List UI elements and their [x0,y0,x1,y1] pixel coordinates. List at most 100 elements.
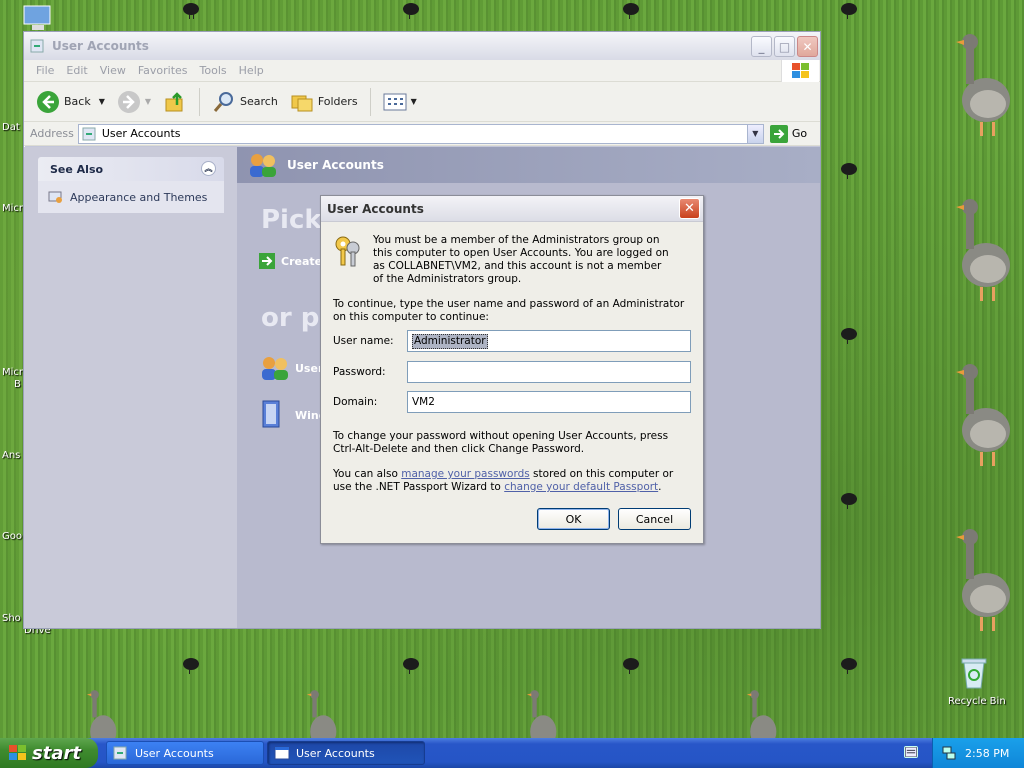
main-header: User Accounts [237,147,820,183]
desktop-icon-label-7[interactable]: Sho [2,613,21,624]
network-icon[interactable] [941,745,957,761]
minimize-button[interactable]: _ [751,36,772,57]
recycle-bin-icon[interactable] [958,656,990,690]
bird-image [623,658,639,674]
forward-arrow-icon [117,90,140,113]
bird-image [623,3,639,19]
forward-button[interactable]: ▼ [113,88,155,116]
domain-value: VM2 [412,395,435,408]
back-arrow-icon [37,90,59,113]
cancel-button[interactable]: Cancel [618,508,691,530]
dialog-close-button[interactable]: ✕ [679,198,700,219]
chevron-down-icon[interactable]: ▼ [99,97,105,106]
desktop-icon-label-6[interactable]: Goo [2,531,22,542]
desktop-icon-label-2[interactable]: Micr [2,203,23,214]
logon-dialog: User Accounts ✕ You must be a member of … [320,195,704,544]
username-label: User name: [333,334,394,347]
menu-edit[interactable]: Edit [60,64,93,77]
dialog-titlebar[interactable]: User Accounts ✕ [321,196,703,222]
menu-file[interactable]: File [30,64,60,77]
go-label: Go [791,127,808,140]
username-row: User name: Administrator [333,330,691,352]
desktop-icon-label-5[interactable]: Ans [2,450,20,461]
chevron-down-icon[interactable]: ▼ [145,97,151,106]
users-icon[interactable] [259,355,291,381]
bird-image [183,658,199,674]
toolbar: Back ▼ ▼ Search Folders ▼ [24,82,820,122]
maximize-button[interactable]: □ [774,36,795,57]
address-dropdown-button[interactable]: ▼ [746,124,763,143]
menu-bar: File Edit View Favorites Tools Help [24,60,820,82]
change-passport-link[interactable]: change your default Passport [504,481,658,493]
up-folder-icon [165,91,183,111]
taskbar-item-label: User Accounts [296,746,375,760]
windows-book-icon[interactable] [259,399,285,429]
bird-image [841,328,857,344]
goose-image [956,529,1010,631]
back-label: Back [64,95,91,108]
window-titlebar[interactable]: User Accounts _ □ ✕ [24,32,820,60]
taskbar-item-user-accounts-dialog[interactable]: User Accounts [267,741,425,765]
username-field[interactable]: Administrator [407,330,691,352]
ok-button[interactable]: OK [537,508,610,530]
taskbar-item-user-accounts-window[interactable]: User Accounts [106,741,264,765]
start-button[interactable]: start [0,738,98,768]
passport-message-post: . [658,481,662,493]
desktop-icon-label-1[interactable]: Dat [2,122,20,133]
up-folder-button[interactable] [159,88,191,116]
user-accounts-icon [82,127,96,140]
my-computer-icon[interactable] [22,4,56,32]
menu-view[interactable]: View [94,64,132,77]
folders-button[interactable]: Folders [286,88,362,116]
pick-task-heading: Pick [261,205,322,235]
go-arrow-icon [769,124,788,143]
clock[interactable]: 2:58 PM [965,747,1009,760]
address-label: Address [30,127,74,140]
chevron-down-icon[interactable]: ▼ [411,97,417,106]
menu-help[interactable]: Help [233,64,270,77]
menu-favorites[interactable]: Favorites [132,64,194,77]
system-tray: 2:58 PM [932,738,1024,768]
password-label: Password: [333,365,386,378]
sidebar-item-label: Appearance and Themes [70,190,208,204]
sidebar-item-appearance[interactable]: Appearance and Themes [38,181,224,213]
folders-label: Folders [317,95,358,108]
windows-flag-icon [9,745,26,760]
bird-image [841,163,857,179]
go-button[interactable]: Go [769,124,808,143]
address-value: User Accounts [101,127,181,140]
search-button[interactable]: Search [208,88,282,116]
menu-tools[interactable]: Tools [194,64,233,77]
user-accounts-icon [113,746,127,760]
close-icon: ✕ [802,39,813,54]
bird-image [183,3,199,19]
collapse-icon[interactable]: ︽ [201,161,216,176]
domain-label: Domain: [333,395,378,408]
bird-image [403,3,419,19]
recycle-bin-label[interactable]: Recycle Bin [948,696,1006,707]
sidebar: See Also ︽ Appearance and Themes [38,157,224,213]
dialog-title: User Accounts [327,201,424,216]
keyboard-icon[interactable] [904,746,918,758]
views-button[interactable]: ▼ [379,90,421,114]
manage-passwords-link[interactable]: manage your passwords [401,468,529,480]
address-input[interactable]: User Accounts ▼ [77,123,764,144]
desktop-icon-label-4[interactable]: B [14,379,21,390]
change-password-message: To change your password without opening … [333,430,669,455]
domain-field[interactable]: VM2 [407,391,691,413]
appearance-themes-icon [48,191,62,203]
close-button[interactable]: ✕ [797,36,818,57]
bird-image [841,493,857,509]
green-arrow-icon [259,253,275,269]
create-account-link[interactable]: Create [259,253,322,269]
password-field[interactable] [407,361,691,383]
bird-image [403,658,419,674]
desktop-icon-label-3[interactable]: Micr [2,367,23,378]
back-button[interactable]: Back ▼ [32,88,109,116]
domain-row: Domain: VM2 [333,391,691,413]
continue-instructions: To continue, type the user name and pass… [333,298,685,323]
folders-icon [291,95,313,111]
see-also-header[interactable]: See Also ︽ [38,157,224,181]
taskbar-item-label: User Accounts [135,746,214,760]
minimize-icon: _ [758,39,765,54]
